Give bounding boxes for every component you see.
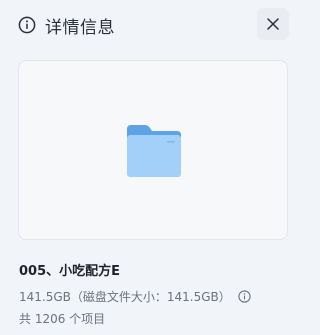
panel-header: 详情信息 (18, 10, 115, 40)
question-circle-icon[interactable] (238, 290, 251, 303)
close-icon (267, 18, 279, 30)
item-count: 共 1206 个项目 (19, 312, 106, 326)
panel-title: 详情信息 (45, 17, 115, 38)
folder-icon (127, 125, 181, 177)
disk-file-size: （磁盘文件大小：141.5GB） (70, 290, 231, 304)
size-row: 141.5GB （磁盘文件大小：141.5GB） (19, 288, 251, 305)
file-size: 141.5GB (19, 289, 71, 304)
details-panel: 详情信息 005、小吃配方E 141.5GB （磁盘文件大小：141.5GB） … (0, 0, 304, 335)
file-name: 005、小吃配方E (19, 264, 121, 279)
close-button[interactable] (257, 8, 289, 40)
preview-card (18, 60, 288, 240)
info-icon (18, 16, 36, 34)
